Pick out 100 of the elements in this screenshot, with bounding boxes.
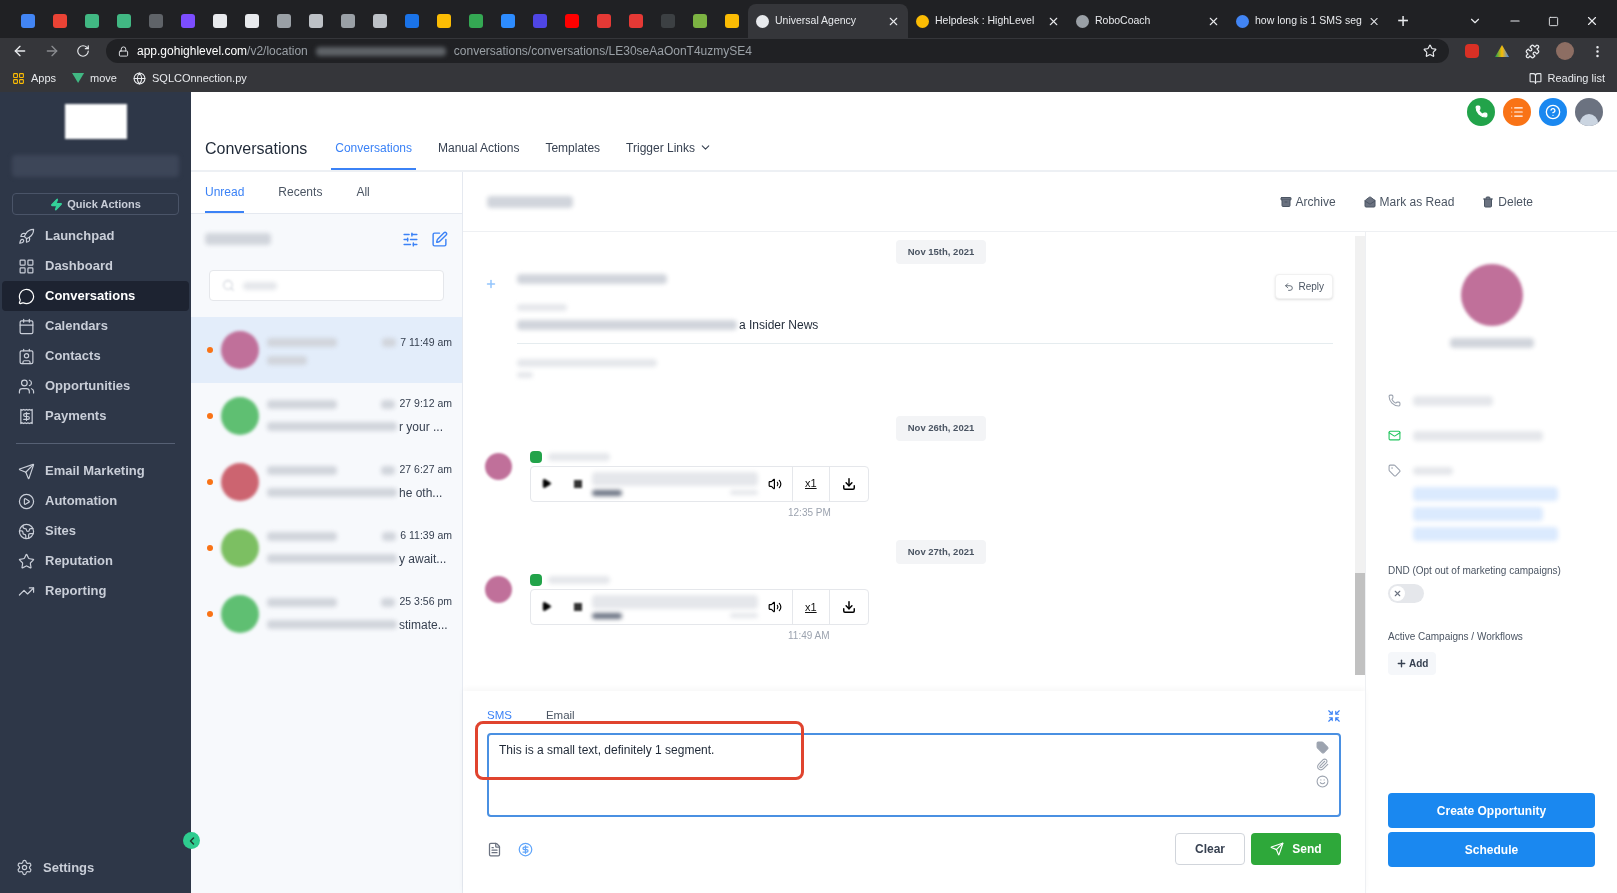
reply-button[interactable]: Reply	[1275, 274, 1333, 300]
reading-list-button[interactable]: Reading list	[1528, 69, 1605, 87]
blurred-text	[267, 531, 337, 541]
avatar	[485, 575, 512, 603]
drive-extension-icon[interactable]	[1495, 45, 1509, 57]
rocket-icon	[18, 227, 35, 245]
audio-player[interactable]: x1	[530, 465, 869, 502]
filter-tab[interactable]: Recents	[278, 183, 323, 213]
apps-grid-icon	[12, 71, 25, 85]
browser-tab[interactable]: how long is 1 SMS seg	[1228, 4, 1388, 38]
conversation-item[interactable]: 7 11:49 am	[191, 317, 462, 383]
play-icon[interactable]	[541, 601, 552, 613]
calendar-icon	[18, 317, 35, 335]
back-icon[interactable]	[12, 43, 28, 59]
browser-tab[interactable]: Universal Agency	[748, 4, 908, 38]
compose-icon[interactable]	[431, 230, 448, 248]
date-chip: Nov 15th, 2021	[895, 240, 987, 265]
blurred-text	[267, 356, 307, 366]
nav-tab[interactable]: Templates	[541, 127, 605, 170]
nav-tab[interactable]: Trigger Links	[622, 127, 716, 170]
address-bar[interactable]: app.gohighlevel.com/v2/location conversations/conversations/LE30seAaOonT4uzmySE4	[106, 39, 1449, 63]
channel-tab[interactable]: Email	[545, 707, 575, 725]
thread-action[interactable]: Archive	[1279, 192, 1336, 211]
tag-icon	[1388, 464, 1401, 477]
collapse-button[interactable]	[183, 832, 200, 849]
nav-item[interactable]: Launchpad	[2, 221, 189, 251]
nav-item[interactable]: Payments	[2, 401, 189, 431]
conversation-time: 27 9:12 am	[399, 396, 452, 412]
thread-action[interactable]: Delete	[1482, 192, 1533, 211]
conversation-item[interactable]: 25 3:56 pm stimate...	[191, 581, 462, 647]
filter-tab[interactable]: All	[356, 183, 370, 213]
collapse-icon[interactable]	[1327, 709, 1341, 723]
globe-icon	[133, 71, 146, 85]
new-tab-button[interactable]: +	[1388, 4, 1418, 38]
profile-avatar[interactable]	[1556, 42, 1574, 60]
browser-tab[interactable]: Helpdesk : HighLevel	[908, 4, 1068, 38]
search-field[interactable]	[209, 270, 444, 301]
volume-icon[interactable]	[768, 599, 782, 614]
filter-icon[interactable]	[402, 230, 419, 248]
extensions-icon[interactable]	[1525, 43, 1540, 59]
dnd-label: DND (Opt out of marketing campaigns)	[1388, 564, 1562, 578]
blurred-text	[267, 465, 337, 475]
bookmark[interactable]: SQLCOnnection.py	[133, 69, 247, 87]
tag-icon[interactable]	[1316, 741, 1329, 754]
stop-icon[interactable]	[574, 479, 582, 488]
reply-icon	[1284, 281, 1295, 292]
document-icon[interactable]	[487, 841, 502, 857]
scrollbar-thumb[interactable]	[1355, 572, 1365, 675]
speed-button[interactable]: x1	[793, 589, 830, 624]
settings-link[interactable]: Settings	[0, 857, 191, 893]
phone-button[interactable]	[1467, 97, 1495, 126]
download-icon[interactable]	[841, 599, 856, 614]
nav-item[interactable]: Sites	[2, 516, 189, 546]
forward-icon[interactable]	[44, 43, 60, 59]
nav-item[interactable]: Automation	[2, 486, 189, 516]
blurred-text	[381, 399, 396, 409]
nav-item[interactable]: Dashboard	[2, 251, 189, 281]
audio-player[interactable]: x1	[530, 588, 869, 625]
nav-item[interactable]: Opportunities	[2, 371, 189, 401]
create-opportunity-button[interactable]: Create Opportunity	[1388, 793, 1595, 828]
nav-item[interactable]: Calendars	[2, 311, 189, 341]
help-button[interactable]	[1539, 97, 1567, 126]
schedule-button[interactable]: Schedule	[1388, 832, 1595, 867]
blurred-text	[267, 338, 337, 347]
maximize-icon[interactable]	[1548, 15, 1559, 27]
bookmark[interactable]: Apps	[12, 69, 57, 87]
nav-item[interactable]: Reporting	[2, 576, 189, 606]
browser-tab[interactable]: RoboCoach	[1068, 4, 1228, 38]
avatar	[221, 463, 259, 501]
stop-icon[interactable]	[574, 602, 582, 611]
dollar-icon[interactable]	[518, 841, 533, 857]
download-icon[interactable]	[841, 476, 856, 491]
nav-item[interactable]: Contacts	[2, 341, 189, 371]
channel-tab[interactable]: SMS	[487, 707, 512, 725]
nav-item[interactable]: Email Marketing	[2, 456, 189, 486]
reload-icon[interactable]	[76, 44, 90, 58]
close-icon[interactable]	[1585, 14, 1599, 28]
message-field[interactable]: This is a small text, definitely 1 segment.	[487, 733, 1341, 817]
tasks-button[interactable]	[1503, 97, 1531, 126]
blurred-text	[1413, 466, 1453, 475]
bookmark-star-icon[interactable]	[1423, 44, 1437, 58]
bookmark[interactable]: move	[72, 69, 117, 87]
speed-button[interactable]: x1	[793, 466, 830, 501]
conversation-item[interactable]: 27 9:12 am r your ...	[191, 383, 462, 449]
conversation-item[interactable]: 6 11:39 am y await...	[191, 515, 462, 581]
add-button[interactable]: Add	[1388, 652, 1437, 675]
dnd-toggle[interactable]	[1388, 584, 1424, 603]
nav-item[interactable]: Reputation	[2, 546, 189, 576]
clear-button[interactable]: Clear	[1175, 833, 1245, 865]
conversation-item[interactable]: 27 6:27 am he oth...	[191, 449, 462, 515]
filter-tab[interactable]: Unread	[205, 183, 245, 213]
play-icon[interactable]	[541, 478, 552, 489]
user-avatar[interactable]	[1575, 97, 1603, 126]
nav-item[interactable]: Conversations	[2, 281, 189, 311]
nav-tab[interactable]: Manual Actions	[434, 127, 524, 170]
nav-tab[interactable]: Conversations	[331, 127, 416, 170]
thread-action[interactable]: Mark as Read	[1363, 192, 1455, 211]
settings-icon	[16, 858, 33, 876]
quick-actions-button[interactable]: Quick Actions	[12, 193, 179, 215]
volume-icon[interactable]	[768, 476, 782, 491]
